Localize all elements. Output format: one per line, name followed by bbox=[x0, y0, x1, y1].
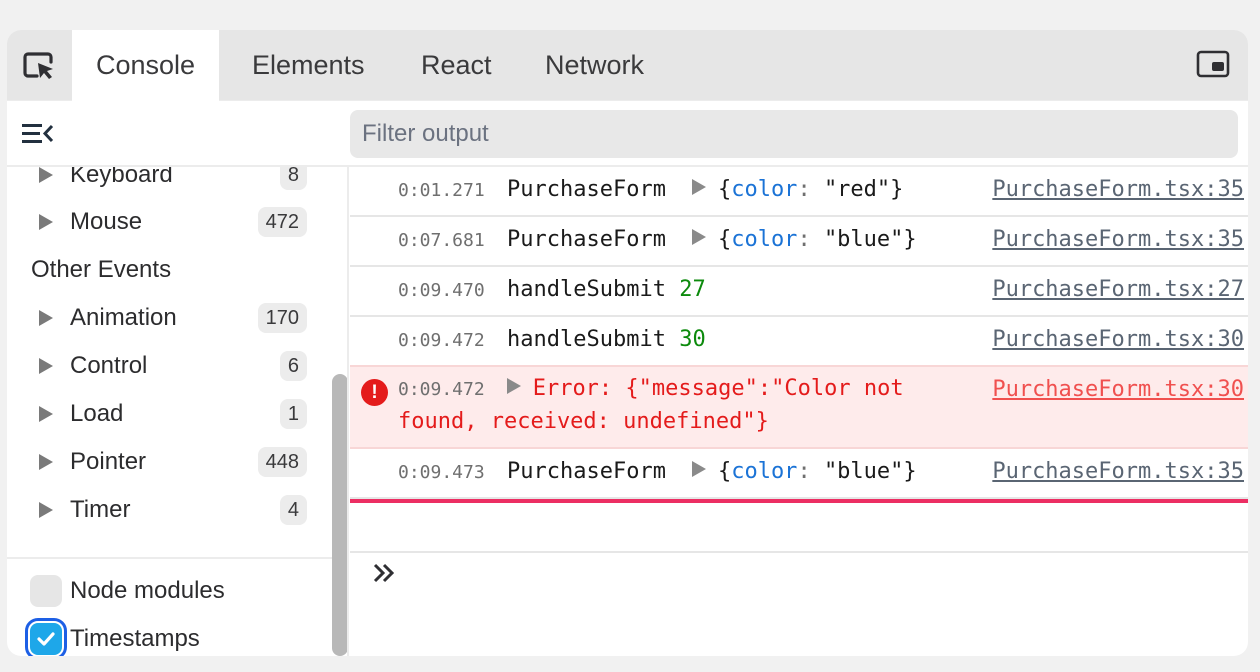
expand-arrow-icon bbox=[39, 454, 53, 470]
log-message: PurchaseForm {color: "blue"} bbox=[507, 459, 917, 484]
expand-arrow-icon bbox=[39, 406, 53, 422]
expand-arrow-icon bbox=[39, 214, 53, 230]
current-time-marker bbox=[350, 499, 1248, 503]
source-link[interactable]: PurchaseForm.tsx:35 bbox=[992, 227, 1244, 252]
log-label: handleSubmit bbox=[507, 327, 666, 352]
sidebar-item-label: Mouse bbox=[70, 208, 143, 235]
expand-arrow-icon bbox=[39, 502, 53, 518]
node-modules-label: Node modules bbox=[70, 577, 225, 604]
expand-object-icon[interactable] bbox=[691, 229, 706, 245]
sidebar-item-label: Pointer bbox=[70, 448, 147, 475]
error-circle-icon: ! bbox=[361, 379, 388, 406]
sidebar-item-label: Animation bbox=[70, 304, 177, 331]
tab-console[interactable]: Console bbox=[72, 30, 220, 101]
log-message: PurchaseForm {color: "blue"} bbox=[507, 227, 917, 252]
element-picker-button[interactable] bbox=[7, 30, 72, 101]
node-modules-checkbox[interactable] bbox=[30, 575, 62, 607]
expand-arrow-icon bbox=[39, 310, 53, 326]
log-timestamp: 0:09.472 bbox=[398, 330, 485, 351]
sidebar-heading-other-events: Other Events bbox=[31, 256, 172, 283]
sidebar-item-mouse[interactable]: Mouse 472 bbox=[7, 198, 317, 246]
log-row: 0:01.271 PurchaseForm {color: "red"} Purc… bbox=[350, 167, 1248, 217]
double-chevron-right-icon bbox=[373, 563, 395, 583]
count-badge: 8 bbox=[279, 167, 307, 190]
log-label: handleSubmit bbox=[507, 277, 666, 302]
object-value: "red" bbox=[823, 177, 891, 202]
log-number: 30 bbox=[679, 327, 706, 352]
error-log-row: ! 0:09.472 Error: {"message":"Color not f… bbox=[350, 365, 1248, 449]
sidebar: Keyboard 8 Mouse 472 Other Events Animat… bbox=[7, 167, 349, 656]
sidebar-toggle-button[interactable] bbox=[21, 121, 55, 152]
expand-object-icon[interactable] bbox=[691, 179, 706, 195]
log-row: 0:07.681 PurchaseForm {color: "blue"} Pur… bbox=[350, 217, 1248, 267]
picture-in-picture-icon bbox=[1196, 50, 1230, 78]
source-link[interactable]: PurchaseForm.tsx:35 bbox=[992, 459, 1244, 484]
log-timestamp: 0:09.472 bbox=[398, 379, 485, 400]
collapse-sidebar-icon bbox=[22, 124, 54, 143]
devtools-panel: Console Elements React Network Keyboard … bbox=[7, 30, 1248, 656]
object-key: color bbox=[731, 459, 798, 484]
count-badge: 4 bbox=[279, 495, 307, 525]
expand-error-icon[interactable] bbox=[506, 378, 521, 394]
log-timestamp: 0:01.271 bbox=[398, 180, 485, 201]
sidebar-divider bbox=[7, 557, 333, 559]
timestamps-checkbox[interactable] bbox=[25, 618, 67, 656]
count-badge: 6 bbox=[279, 351, 307, 381]
timestamps-label: Timestamps bbox=[70, 625, 200, 652]
count-badge: 170 bbox=[257, 303, 307, 333]
console-output: 0:01.271 PurchaseForm {color: "red"} Purc… bbox=[350, 167, 1248, 656]
error-message: 0:09.472 Error: {"message":"Color not fou… bbox=[398, 373, 958, 438]
source-link[interactable]: PurchaseForm.tsx:35 bbox=[992, 177, 1244, 202]
log-timestamp: 0:09.470 bbox=[398, 280, 485, 301]
count-badge: 448 bbox=[257, 447, 307, 477]
filter-output-input[interactable] bbox=[350, 110, 1238, 158]
checkmark-icon bbox=[37, 632, 55, 646]
picture-in-picture-button[interactable] bbox=[1196, 50, 1230, 83]
object-value: "blue" bbox=[823, 227, 904, 252]
expand-arrow-icon bbox=[39, 167, 53, 183]
object-key: color bbox=[731, 177, 798, 202]
source-link[interactable]: PurchaseForm.tsx:30 bbox=[992, 327, 1244, 352]
tab-network[interactable]: Network bbox=[521, 30, 668, 101]
log-row: 0:09.472 handleSubmit 30 PurchaseForm.ts… bbox=[350, 317, 1248, 367]
console-prompt[interactable] bbox=[372, 561, 398, 589]
log-row: 0:09.473 PurchaseForm {color: "blue"} Pur… bbox=[350, 449, 1248, 499]
expand-arrow-icon bbox=[39, 358, 53, 374]
tab-bar: Console Elements React Network bbox=[7, 30, 1248, 101]
prompt-divider bbox=[350, 551, 1248, 553]
sidebar-item-label: Load bbox=[70, 400, 124, 427]
source-link[interactable]: PurchaseForm.tsx:30 bbox=[992, 377, 1244, 402]
log-message: PurchaseForm {color: "red"} bbox=[507, 177, 904, 202]
sidebar-item-keyboard[interactable]: Keyboard 8 bbox=[7, 167, 317, 199]
sidebar-item-animation[interactable]: Animation 170 bbox=[7, 294, 317, 342]
sidebar-item-control[interactable]: Control 6 bbox=[7, 342, 317, 390]
log-message: handleSubmit 30 bbox=[507, 327, 706, 352]
log-message: handleSubmit 27 bbox=[507, 277, 706, 302]
sidebar-item-label: Timer bbox=[70, 496, 131, 523]
count-badge: 1 bbox=[279, 399, 307, 429]
log-number: 27 bbox=[679, 277, 706, 302]
tab-elements[interactable]: Elements bbox=[228, 30, 389, 101]
sidebar-item-pointer[interactable]: Pointer 448 bbox=[7, 438, 317, 486]
log-row: 0:09.470 handleSubmit 27 PurchaseForm.ts… bbox=[350, 267, 1248, 317]
tab-react[interactable]: React bbox=[397, 30, 516, 101]
sidebar-scrollbar[interactable] bbox=[332, 374, 347, 656]
log-timestamp: 0:09.473 bbox=[398, 462, 485, 483]
sidebar-item-label: Control bbox=[70, 352, 148, 379]
sidebar-item-load[interactable]: Load 1 bbox=[7, 390, 317, 438]
object-key: color bbox=[731, 227, 798, 252]
expand-object-icon[interactable] bbox=[691, 461, 706, 477]
log-timestamp: 0:07.681 bbox=[398, 230, 485, 251]
console-toolbar bbox=[7, 101, 1248, 167]
source-link[interactable]: PurchaseForm.tsx:27 bbox=[992, 277, 1244, 302]
log-label: PurchaseForm bbox=[507, 459, 666, 484]
log-label: PurchaseForm bbox=[507, 227, 666, 252]
element-picker-icon bbox=[22, 51, 53, 79]
object-value: "blue" bbox=[823, 459, 904, 484]
log-label: PurchaseForm bbox=[507, 177, 666, 202]
sidebar-item-timer[interactable]: Timer 4 bbox=[7, 486, 317, 534]
sidebar-item-label: Keyboard bbox=[70, 167, 173, 188]
count-badge: 472 bbox=[257, 207, 307, 237]
